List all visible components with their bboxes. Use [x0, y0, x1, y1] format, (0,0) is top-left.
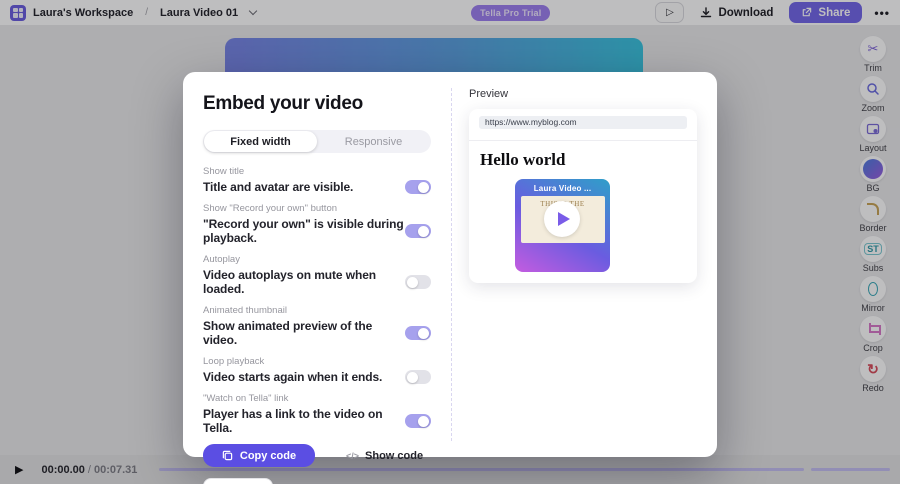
embed-options-list: Show title Title and avatar are visible.…: [203, 166, 431, 435]
thumbnail-video-title: Laura Video ...: [533, 184, 592, 193]
show-title-toggle[interactable]: [405, 180, 431, 194]
modal-title: Embed your video: [203, 93, 363, 114]
embed-settings-panel: Embed your video Fixed width Responsive …: [183, 72, 451, 484]
back-button[interactable]: ← Back: [203, 478, 274, 484]
option-watch-on-tella: "Watch on Tella" link Player has a link …: [203, 393, 431, 435]
url-bar: https://www.myblog.com: [479, 116, 687, 129]
loop-playback-toggle[interactable]: [405, 370, 431, 384]
thumbnail-play-button[interactable]: [544, 201, 580, 237]
copy-icon: [222, 450, 233, 461]
watch-on-tella-toggle[interactable]: [405, 414, 431, 428]
autoplay-toggle[interactable]: [405, 275, 431, 289]
option-record-your-own: Show "Record your own" button "Record yo…: [203, 203, 431, 245]
option-autoplay: Autoplay Video autoplays on mute when lo…: [203, 254, 431, 296]
copy-code-button[interactable]: Copy code: [203, 444, 315, 467]
copy-code-label: Copy code: [239, 449, 297, 462]
show-code-label: Show code: [365, 449, 424, 462]
option-loop-playback: Loop playback Video starts again when it…: [203, 356, 431, 384]
embed-preview-panel: Preview https://www.myblog.com Hello wor…: [452, 72, 717, 457]
embedded-video-thumbnail[interactable]: Laura Video ... THIS IS THE I S S N: [515, 179, 610, 272]
record-your-own-toggle[interactable]: [405, 224, 431, 238]
preview-heading: Preview: [469, 88, 509, 100]
option-animated-thumbnail: Animated thumbnail Show animated preview…: [203, 305, 431, 347]
tab-responsive[interactable]: Responsive: [317, 131, 430, 152]
blog-page-title: Hello world: [480, 150, 566, 169]
animated-thumbnail-toggle[interactable]: [405, 326, 431, 340]
tab-fixed-width[interactable]: Fixed width: [204, 131, 317, 152]
width-mode-tabs: Fixed width Responsive: [203, 130, 431, 153]
show-code-button[interactable]: </> Show code: [346, 450, 423, 462]
embed-video-modal: Embed your video Fixed width Responsive …: [183, 72, 717, 484]
code-icon: </>: [346, 450, 360, 461]
play-triangle-icon: [558, 212, 570, 226]
option-show-title: Show title Title and avatar are visible.: [203, 166, 431, 194]
browser-mockup: https://www.myblog.com Hello world Laura…: [469, 109, 697, 283]
